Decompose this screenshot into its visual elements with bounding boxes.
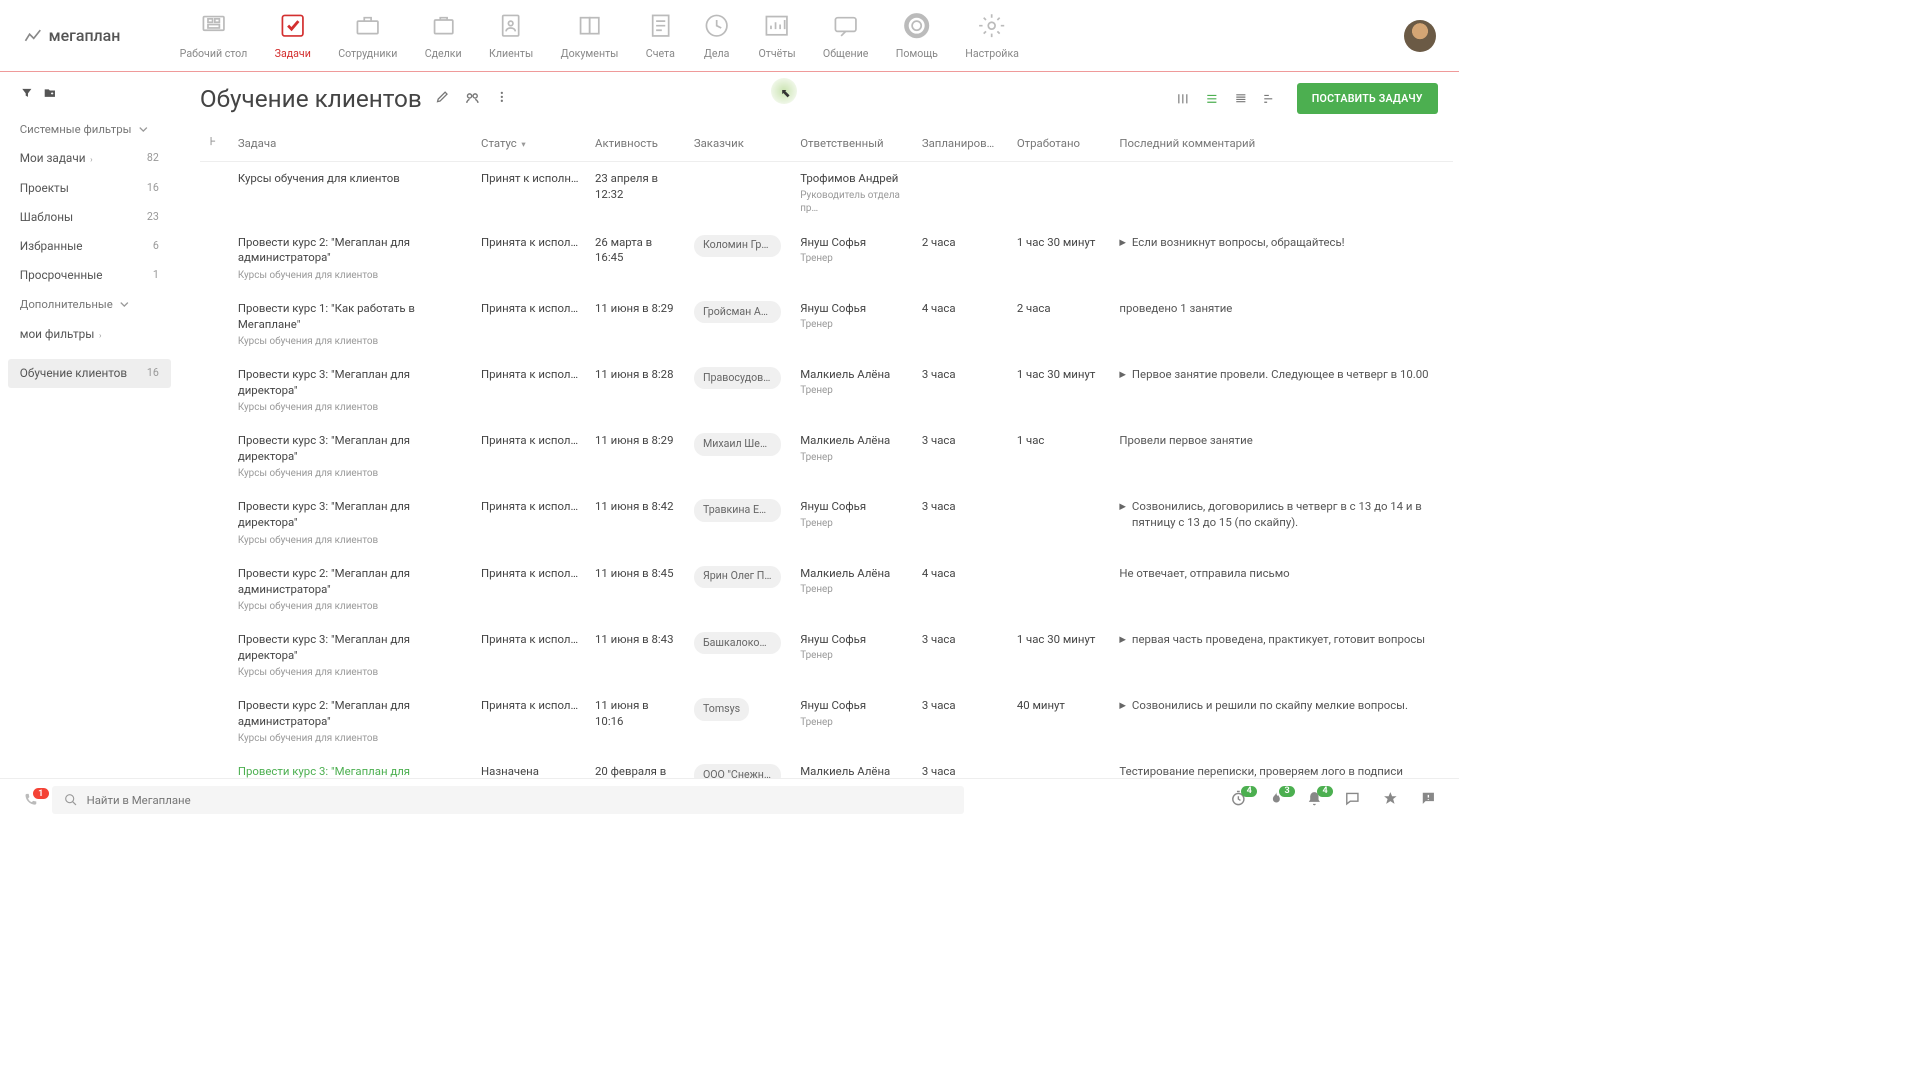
table-row[interactable]: Провести курс 3: "Мегаплан для директора…: [200, 424, 1453, 490]
nav-label: Дела: [704, 47, 730, 60]
sidebar-item[interactable]: Мои задачи›82: [8, 144, 171, 173]
customer-chip[interactable]: Ярин Олег Пав…: [694, 566, 781, 588]
col-planned[interactable]: Запланиров…: [914, 125, 1009, 162]
bell-icon[interactable]: 4: [1306, 790, 1323, 810]
nav-label: Настройка: [965, 47, 1019, 60]
table-row[interactable]: Провести курс 3: "Мегаплан для директора…: [200, 755, 1453, 778]
nav-label: Помощь: [896, 47, 938, 60]
cursor-indicator: [771, 78, 797, 104]
search-icon: [64, 793, 78, 807]
customer-chip[interactable]: Башкалоков В…: [694, 632, 781, 654]
sidebar: Системные фильтры Мои задачи›82Проекты16…: [0, 72, 179, 778]
search-bar[interactable]: [52, 786, 964, 814]
table-row[interactable]: Провести курс 3: "Мегаплан для директора…: [200, 358, 1453, 424]
sidebar-myfilters[interactable]: мои фильтры›: [8, 319, 171, 348]
sidebar-item[interactable]: Проекты16: [8, 173, 171, 202]
nav-chart[interactable]: Отчёты: [745, 9, 809, 63]
nav-gear[interactable]: Настройка: [952, 9, 1033, 63]
phone-icon[interactable]: 1: [23, 792, 38, 807]
customer-chip[interactable]: Правосудова …: [694, 367, 781, 389]
sidebar-item[interactable]: Избранные6: [8, 231, 171, 260]
avatar[interactable]: [1404, 20, 1436, 52]
fire-icon[interactable]: 3: [1268, 790, 1285, 810]
col-tree[interactable]: [200, 125, 230, 162]
nav-check[interactable]: Задачи: [261, 9, 325, 63]
share-icon[interactable]: [464, 89, 481, 109]
nav-label: Сделки: [425, 47, 462, 60]
table-row[interactable]: Провести курс 2: "Мегаплан для администр…: [200, 225, 1453, 291]
col-worked[interactable]: Отработано: [1009, 125, 1112, 162]
task-table: Задача Статус▾ Активность Заказчик Ответ…: [200, 125, 1453, 779]
page-title: Обучение клиентов: [200, 84, 422, 113]
customer-chip[interactable]: ООО "Снежны…: [694, 764, 781, 778]
col-responsible[interactable]: Ответственный: [793, 125, 915, 162]
customer-chip[interactable]: Травкина Елен…: [694, 499, 781, 521]
nav-chat[interactable]: Общение: [809, 9, 882, 63]
phone-badge: 1: [33, 788, 49, 800]
nav-bag[interactable]: Сделки: [411, 9, 475, 63]
more-icon[interactable]: [495, 90, 509, 107]
sidebar-heading-system[interactable]: Системные фильтры: [8, 115, 171, 144]
nav-label: Рабочий стол: [180, 47, 248, 60]
filter-icon[interactable]: [20, 86, 34, 103]
nav-briefcase[interactable]: Сотрудники: [325, 9, 412, 63]
sidebar-item[interactable]: Шаблоны23: [8, 202, 171, 231]
page-header: Обучение клиентов ПОСТАВИТЬ ЗАДАЧУ: [179, 72, 1460, 124]
customer-chip[interactable]: Михаил Шелех…: [694, 433, 781, 455]
view-compact-icon[interactable]: [1230, 88, 1251, 109]
nav-invoice[interactable]: Счета: [632, 9, 688, 63]
customer-chip[interactable]: Tomsys: [694, 698, 749, 720]
col-activity[interactable]: Активность: [587, 125, 686, 162]
top-navigation: мегаплан Рабочий стол Задачи Сотрудники Сде…: [0, 0, 1459, 72]
table-row[interactable]: Провести курс 3: "Мегаплан для директора…: [200, 490, 1453, 556]
sidebar-item[interactable]: Просроченные1: [8, 261, 171, 290]
nav-label: Счета: [646, 47, 675, 60]
table-row[interactable]: Провести курс 2: "Мегаплан для администр…: [200, 689, 1453, 755]
timer-icon[interactable]: 4: [1230, 790, 1247, 810]
nav-label: Задачи: [275, 47, 311, 60]
nav-label: Общение: [823, 47, 868, 60]
search-input[interactable]: [87, 793, 952, 807]
nav-label: Отчёты: [758, 47, 795, 60]
table-row[interactable]: Провести курс 1: "Как работать в Мегапла…: [200, 292, 1453, 358]
nav-desktop[interactable]: Рабочий стол: [166, 9, 261, 63]
edit-icon[interactable]: [435, 89, 450, 107]
feedback-icon[interactable]: [1420, 790, 1437, 810]
nav-label: Сотрудники: [338, 47, 397, 60]
nav-label: Документы: [561, 47, 619, 60]
table-row[interactable]: Курсы обучения для клиентов Принят к исп…: [200, 162, 1453, 226]
nav-clock[interactable]: Дела: [689, 9, 745, 63]
customer-chip[interactable]: Гройсман Анж…: [694, 301, 781, 323]
col-task[interactable]: Задача: [230, 125, 473, 162]
col-customer[interactable]: Заказчик: [686, 125, 792, 162]
view-columns-icon[interactable]: [1172, 88, 1193, 109]
nav-label: Клиенты: [489, 47, 533, 60]
table-row[interactable]: Провести курс 2: "Мегаплан для администр…: [200, 557, 1453, 623]
sidebar-heading-extra[interactable]: Дополнительные: [8, 290, 171, 319]
view-list-icon[interactable]: [1201, 88, 1222, 109]
chat-icon[interactable]: [1344, 790, 1361, 810]
view-gantt-icon[interactable]: [1259, 88, 1280, 109]
sidebar-item-selected[interactable]: Обучение клиентов 16: [8, 359, 171, 388]
table-row[interactable]: Провести курс 3: "Мегаплан для директора…: [200, 623, 1453, 689]
create-task-button[interactable]: ПОСТАВИТЬ ЗАДАЧУ: [1297, 83, 1438, 114]
col-comment[interactable]: Последний комментарий: [1112, 125, 1453, 162]
nav-docs[interactable]: Документы: [547, 9, 632, 63]
nav-help[interactable]: Помощь: [882, 9, 952, 63]
nav-contacts[interactable]: Клиенты: [475, 9, 547, 63]
star-icon[interactable]: [1382, 790, 1399, 810]
bottom-bar: 1 4 3 4: [0, 778, 1459, 821]
col-status[interactable]: Статус▾: [473, 125, 587, 162]
customer-chip[interactable]: Коломин Григ…: [694, 235, 781, 257]
add-folder-icon[interactable]: [43, 86, 57, 103]
logo[interactable]: мегаплан: [23, 26, 121, 46]
